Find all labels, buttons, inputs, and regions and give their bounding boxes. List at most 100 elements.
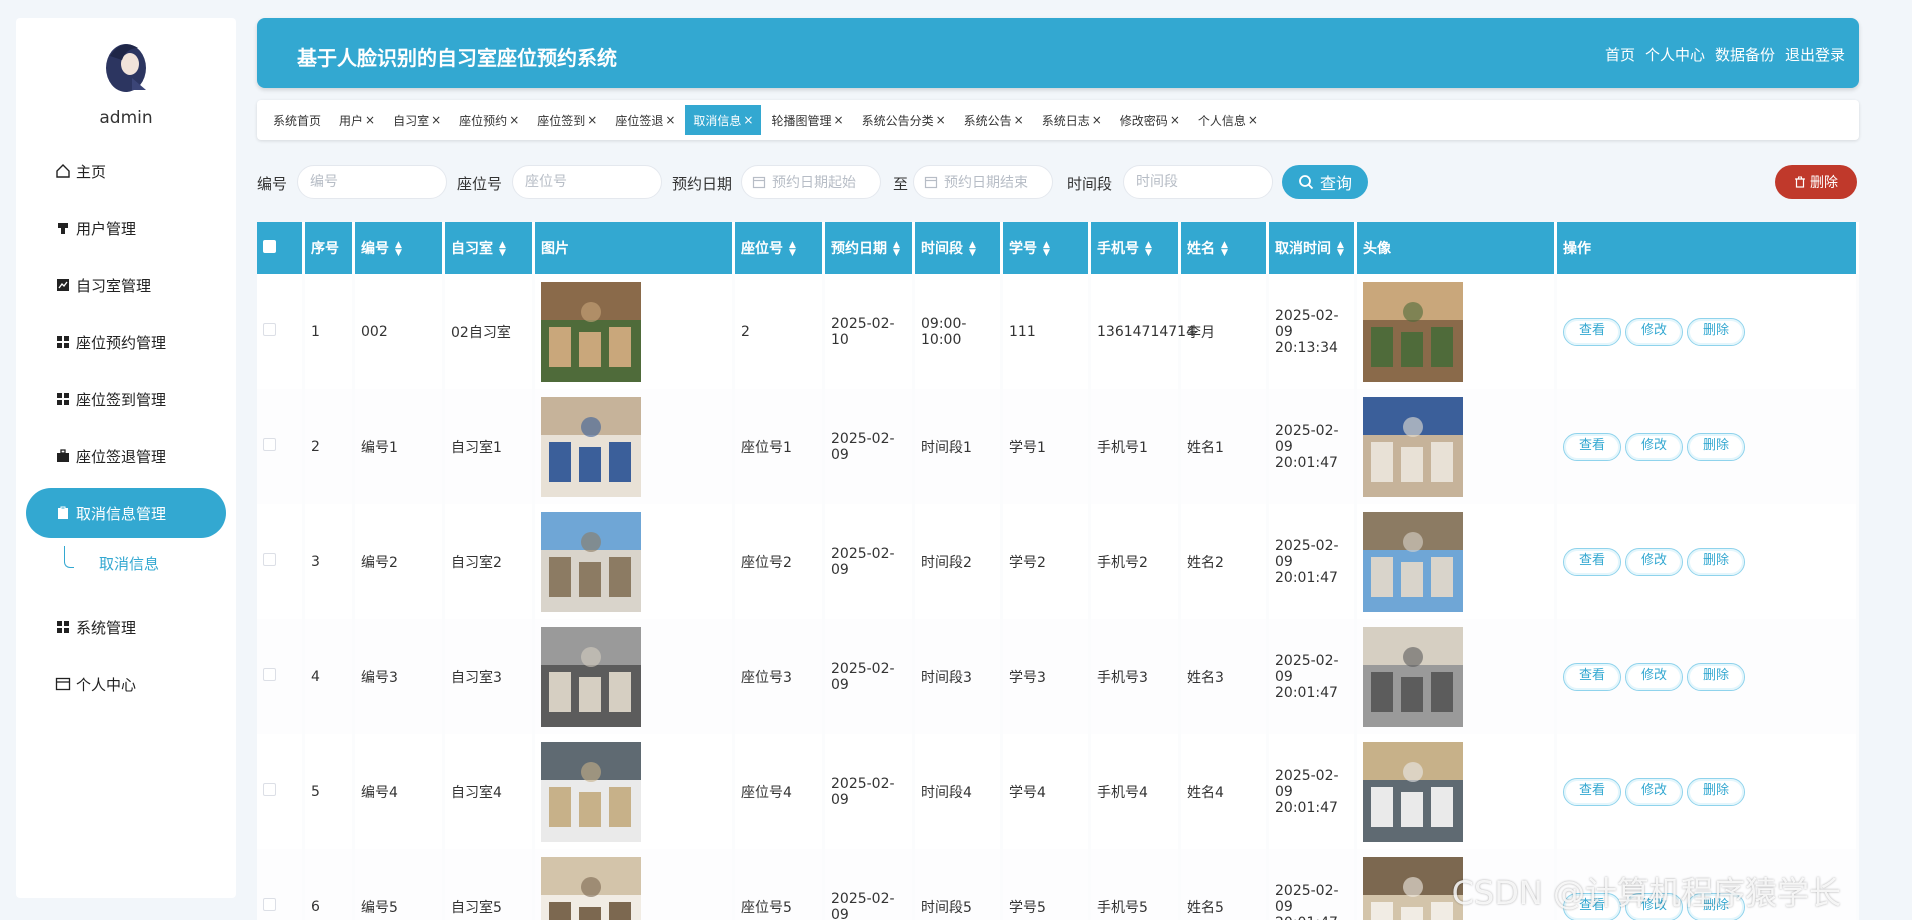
edit-button[interactable]: 修改 [1625,432,1683,461]
tab-system-home[interactable]: 系统首页 [265,105,329,135]
tab-seat-reservation[interactable]: 座位预约 × [451,105,527,135]
checkbox[interactable] [263,323,276,336]
room-photo[interactable] [541,281,641,382]
close-icon[interactable]: × [665,113,675,127]
menu-user-management[interactable]: 用户管理 [26,203,226,253]
menu-cancel-info-management[interactable]: 取消信息管理 [26,488,226,538]
menu-study-room-management[interactable]: 自习室管理 [26,260,226,310]
close-icon[interactable]: × [743,113,753,127]
sort-icon[interactable]: ▲ ▼ [969,241,976,258]
edit-button[interactable]: 修改 [1625,777,1683,806]
header-number[interactable]: 编号 ▲ ▼ [355,222,445,274]
delete-button[interactable]: 删除 [1687,777,1745,806]
delete-button[interactable]: 删除 [1687,317,1745,346]
tab-carousel-management[interactable]: 轮播图管理 × [763,105,851,135]
close-icon[interactable]: × [936,113,946,127]
avatar-photo[interactable] [1363,511,1463,612]
number-input[interactable] [297,165,447,199]
delete-button[interactable]: 删除 [1687,547,1745,576]
view-button[interactable]: 查看 [1563,662,1621,691]
tab-cancel-info[interactable]: 取消信息 × [685,105,762,135]
header-phone[interactable]: 手机号 ▲ ▼ [1091,222,1181,274]
close-icon[interactable]: × [1014,113,1024,127]
sort-icon[interactable]: ▲ ▼ [1221,241,1228,258]
menu-seat-checkin-management[interactable]: 座位签到管理 [26,374,226,424]
tab-personal-info[interactable]: 个人信息 × [1190,105,1266,135]
view-button[interactable]: 查看 [1563,777,1621,806]
tab-system-log[interactable]: 系统日志 × [1034,105,1110,135]
header-link-home[interactable]: 首页 [1605,44,1635,65]
edit-button[interactable]: 修改 [1625,892,1683,920]
checkbox[interactable] [263,668,276,681]
seat-input[interactable] [512,165,662,199]
header-link-logout[interactable]: 退出登录 [1785,44,1845,65]
header-link-personal-center[interactable]: 个人中心 [1645,44,1705,65]
edit-button[interactable]: 修改 [1625,317,1683,346]
tab-seat-checkin[interactable]: 座位签到 × [529,105,605,135]
submenu-cancel-info[interactable]: 取消信息 [99,553,159,574]
edit-button[interactable]: 修改 [1625,547,1683,576]
header-select-all[interactable] [257,222,305,274]
close-icon[interactable]: × [365,113,375,127]
menu-personal-center[interactable]: 个人中心 [26,659,226,709]
header-student[interactable]: 学号 ▲ ▼ [1003,222,1091,274]
row-select-cell[interactable] [257,734,305,849]
row-select-cell[interactable] [257,504,305,619]
header-period[interactable]: 时间段 ▲ ▼ [915,222,1003,274]
close-icon[interactable]: × [1248,113,1258,127]
view-button[interactable]: 查看 [1563,892,1621,920]
room-photo[interactable] [541,511,641,612]
header-seat[interactable]: 座位号 ▲ ▼ [735,222,825,274]
row-select-cell[interactable] [257,619,305,734]
sort-icon[interactable]: ▲ ▼ [789,241,796,258]
tab-seat-checkout[interactable]: 座位签退 × [607,105,683,135]
close-icon[interactable]: × [1092,113,1102,127]
checkbox[interactable] [263,438,276,451]
close-icon[interactable]: × [509,113,519,127]
avatar-photo[interactable] [1363,626,1463,727]
tab-change-password[interactable]: 修改密码 × [1112,105,1188,135]
avatar-photo[interactable] [1363,741,1463,842]
close-icon[interactable]: × [834,113,844,127]
menu-seat-checkout-management[interactable]: 座位签退管理 [26,431,226,481]
header-cancel-time[interactable]: 取消时间 ▲ ▼ [1269,222,1357,274]
close-icon[interactable]: × [1170,113,1180,127]
header-name[interactable]: 姓名 ▲ ▼ [1181,222,1269,274]
date-end-picker[interactable]: 预约日期结束 [913,165,1053,199]
delete-button[interactable]: 删除 [1687,892,1745,920]
avatar-photo[interactable] [1363,281,1463,382]
period-input[interactable] [1123,165,1273,199]
menu-home[interactable]: 主页 [26,146,226,196]
row-select-cell[interactable] [257,849,305,920]
menu-seat-reservation-management[interactable]: 座位预约管理 [26,317,226,367]
view-button[interactable]: 查看 [1563,317,1621,346]
row-select-cell[interactable] [257,274,305,389]
view-button[interactable]: 查看 [1563,432,1621,461]
close-icon[interactable]: × [587,113,597,127]
delete-button[interactable]: 删除 [1687,662,1745,691]
tab-study-rooms[interactable]: 自习室 × [385,105,449,135]
menu-system-management[interactable]: 系统管理 [26,602,226,652]
header-room[interactable]: 自习室 ▲ ▼ [445,222,535,274]
tab-notice[interactable]: 系统公告 × [956,105,1032,135]
row-select-cell[interactable] [257,389,305,504]
checkbox[interactable] [263,239,276,253]
search-button[interactable]: 查询 [1282,165,1368,199]
checkbox[interactable] [263,783,276,796]
sort-icon[interactable]: ▲ ▼ [893,241,900,258]
view-button[interactable]: 查看 [1563,547,1621,576]
sort-icon[interactable]: ▲ ▼ [1337,241,1344,258]
tab-users[interactable]: 用户 × [331,105,383,135]
room-photo[interactable] [541,396,641,497]
date-start-picker[interactable]: 预约日期起始 [741,165,881,199]
sort-icon[interactable]: ▲ ▼ [499,241,506,258]
room-photo[interactable] [541,626,641,727]
header-date[interactable]: 预约日期 ▲ ▼ [825,222,915,274]
sort-icon[interactable]: ▲ ▼ [1145,241,1152,258]
avatar-photo[interactable] [1363,856,1463,920]
sort-icon[interactable]: ▲ ▼ [395,241,402,258]
checkbox[interactable] [263,898,276,911]
tab-notice-category[interactable]: 系统公告分类 × [854,105,954,135]
edit-button[interactable]: 修改 [1625,662,1683,691]
delete-button[interactable]: 删除 [1687,432,1745,461]
